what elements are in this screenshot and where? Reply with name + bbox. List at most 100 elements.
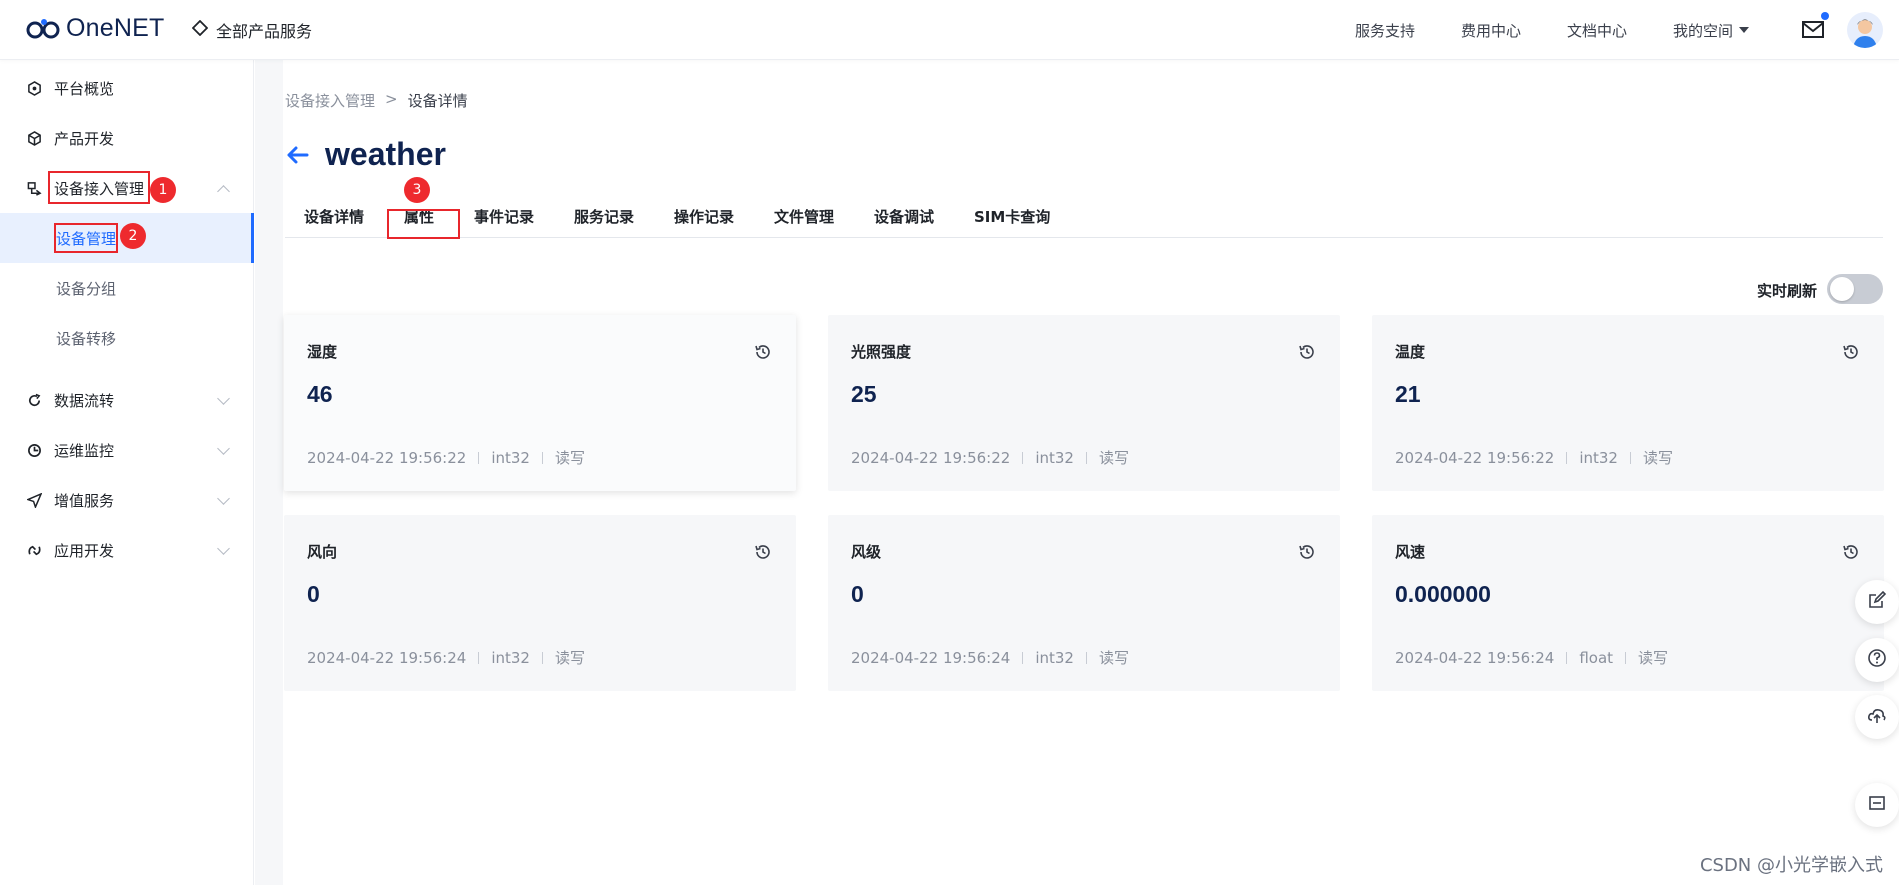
sidebar-item-device-group[interactable]: 设备分组 xyxy=(0,263,254,313)
sidebar-item-ops-monitor[interactable]: 运维监控 xyxy=(0,425,254,475)
breadcrumb-separator: > xyxy=(385,90,398,108)
property-value: 0 xyxy=(307,581,320,607)
history-icon[interactable] xyxy=(754,543,772,561)
property-name: 风级 xyxy=(851,543,882,561)
realtime-refresh-label: 实时刷新 xyxy=(1756,282,1817,300)
history-icon[interactable] xyxy=(754,343,772,361)
question-icon xyxy=(1867,648,1887,672)
notification-dot xyxy=(1821,12,1829,20)
property-access: 读写 xyxy=(1642,449,1673,467)
cloud-service-button[interactable] xyxy=(1855,695,1899,739)
property-time: 2024-04-22 19:56:24 xyxy=(851,648,1011,667)
tab-event-records[interactable]: 事件记录 xyxy=(474,206,534,227)
tab-device-details[interactable]: 设备详情 xyxy=(304,206,364,227)
feedback-edit-button[interactable] xyxy=(1855,580,1899,624)
tab-sim-query[interactable]: SIM卡查询 xyxy=(974,206,1050,227)
annotation-badge-1: 1 xyxy=(150,177,176,203)
sidebar-item-label: 设备分组 xyxy=(56,279,117,298)
history-icon[interactable] xyxy=(1298,543,1316,561)
property-value: 25 xyxy=(851,381,877,407)
sidebar-item-value-added[interactable]: 增值服务 xyxy=(0,475,254,525)
breadcrumb-parent[interactable]: 设备接入管理 xyxy=(285,90,375,111)
property-value: 21 xyxy=(1395,381,1421,407)
chevron-down-icon xyxy=(217,392,230,405)
property-card-wind-level[interactable]: 风级 0 2024-04-22 19:56:24 int32 读写 xyxy=(828,515,1340,691)
header-nav: 服务支持 费用中心 文档中心 我的空间 xyxy=(1355,0,1749,60)
property-card-light[interactable]: 光照强度 25 2024-04-22 19:56:22 int32 读写 xyxy=(828,315,1340,491)
sidebar-item-product-dev[interactable]: 产品开发 xyxy=(0,113,254,163)
nav-my-space-label: 我的空间 xyxy=(1672,21,1733,40)
annotation-box-1 xyxy=(48,171,150,204)
nav-billing-center[interactable]: 费用中心 xyxy=(1461,20,1521,41)
sidebar-item-device-transfer[interactable]: 设备转移 xyxy=(0,313,254,363)
sidebar-item-label: 应用开发 xyxy=(54,541,115,560)
sidebar-item-platform-overview[interactable]: 平台概览 xyxy=(0,63,254,113)
nav-service-support[interactable]: 服务支持 xyxy=(1355,20,1415,41)
all-products-label: 全部产品服务 xyxy=(216,22,313,41)
history-icon[interactable] xyxy=(1842,543,1860,561)
property-meta: 2024-04-22 19:56:22 int32 读写 xyxy=(307,447,585,468)
chevron-down-icon xyxy=(217,542,230,555)
tab-file-management[interactable]: 文件管理 xyxy=(774,206,834,227)
property-access: 读写 xyxy=(1098,449,1129,467)
help-button[interactable] xyxy=(1855,638,1899,682)
csdn-watermark: CSDN @小光学嵌入式 xyxy=(1699,855,1883,876)
app-dev-icon xyxy=(26,542,42,558)
sidebar-item-data-flow[interactable]: 数据流转 xyxy=(0,375,254,425)
sidebar-item-app-dev[interactable]: 应用开发 xyxy=(0,525,254,575)
property-card-temperature[interactable]: 温度 21 2024-04-22 19:56:22 int32 读写 xyxy=(1372,315,1884,491)
chevron-up-icon xyxy=(217,185,230,198)
annotation-box-3 xyxy=(387,209,460,239)
all-products-menu[interactable]: 全部产品服务 xyxy=(191,18,313,42)
collapse-button[interactable] xyxy=(1855,783,1899,827)
annotation-badge-2: 2 xyxy=(120,223,146,249)
toggle-knob xyxy=(1830,277,1854,301)
property-name: 温度 xyxy=(1395,343,1426,361)
cube-icon xyxy=(26,130,42,146)
sidebar-item-label: 设备转移 xyxy=(56,329,117,348)
diamond-icon xyxy=(191,19,209,40)
nav-docs-center[interactable]: 文档中心 xyxy=(1567,20,1627,41)
user-avatar[interactable] xyxy=(1847,12,1883,48)
chevron-down-icon xyxy=(217,442,230,455)
property-access: 读写 xyxy=(554,649,585,667)
page-title: weather xyxy=(325,136,446,172)
property-value: 46 xyxy=(307,381,333,407)
property-card-wind-speed[interactable]: 风速 0.000000 2024-04-22 19:56:24 float 读写 xyxy=(1372,515,1884,691)
onenet-logo-icon xyxy=(26,18,60,40)
hexagon-icon xyxy=(26,80,42,96)
history-icon[interactable] xyxy=(1842,343,1860,361)
title-row: weather xyxy=(285,136,446,173)
property-value: 0.000000 xyxy=(1395,581,1491,607)
property-card-wind-direction[interactable]: 风向 0 2024-04-22 19:56:24 int32 读写 xyxy=(284,515,796,691)
history-icon[interactable] xyxy=(1298,343,1316,361)
property-type: int32 xyxy=(1035,648,1074,667)
sidebar: 平台概览 产品开发 设备接入管理 设备管理 设备分组 设备转移 数据流转 运维监… xyxy=(0,60,254,885)
breadcrumb-current: 设备详情 xyxy=(407,92,468,110)
realtime-refresh-toggle[interactable] xyxy=(1827,274,1883,304)
property-type: int32 xyxy=(491,448,530,467)
property-card-humidity[interactable]: 湿度 46 2024-04-22 19:56:22 int32 读写 xyxy=(284,315,796,491)
tab-service-records[interactable]: 服务记录 xyxy=(574,206,634,227)
property-access: 读写 xyxy=(554,449,585,467)
nav-my-space[interactable]: 我的空间 xyxy=(1673,20,1749,41)
mail-icon[interactable] xyxy=(1801,12,1829,40)
property-access: 读写 xyxy=(1098,649,1129,667)
tab-operation-records[interactable]: 操作记录 xyxy=(674,206,734,227)
onenet-logo[interactable]: OneNET xyxy=(26,14,164,43)
annotation-box-2 xyxy=(54,223,118,253)
property-time: 2024-04-22 19:56:22 xyxy=(307,448,467,467)
breadcrumb: 设备接入管理 > 设备详情 xyxy=(285,90,468,111)
property-time: 2024-04-22 19:56:24 xyxy=(307,648,467,667)
back-arrow-icon[interactable] xyxy=(285,142,311,168)
property-name: 湿度 xyxy=(307,343,338,361)
logo-text: OneNET xyxy=(66,14,165,42)
tab-device-debug[interactable]: 设备调试 xyxy=(874,206,934,227)
property-meta: 2024-04-22 19:56:24 float 读写 xyxy=(1395,647,1668,668)
property-type: int32 xyxy=(491,648,530,667)
caret-down-icon xyxy=(1739,27,1749,33)
property-meta: 2024-04-22 19:56:24 int32 读写 xyxy=(851,647,1129,668)
property-name: 光照强度 xyxy=(851,343,912,361)
sidebar-item-label: 运维监控 xyxy=(54,441,115,460)
pie-clock-icon xyxy=(26,442,42,458)
